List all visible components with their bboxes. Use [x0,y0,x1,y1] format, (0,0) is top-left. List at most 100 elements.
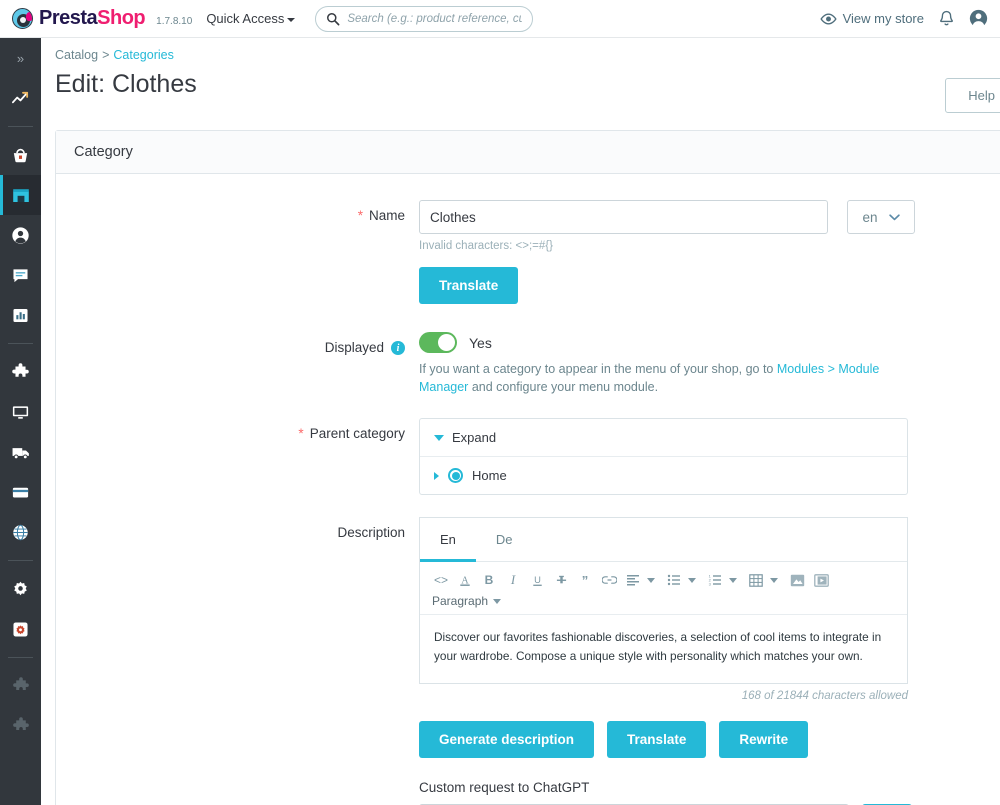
chevron-down-icon [434,435,444,441]
tree-item-radio[interactable] [448,468,463,483]
tab-de[interactable]: De [476,518,533,562]
help-button[interactable]: Help [945,78,1000,113]
sidebar-item-customers[interactable] [0,215,41,255]
image-icon[interactable] [786,570,808,590]
underline-icon[interactable]: U [526,570,548,590]
name-language-select[interactable]: en [847,200,915,234]
top-header-bar: PrestaShop 1.7.8.10 Quick Access View my… [0,0,1000,38]
info-icon[interactable]: i [391,341,405,355]
sidebar-item-shop-parameters[interactable] [0,569,41,609]
editor-toolbar: <> A B I U [420,562,907,615]
search-input[interactable] [345,12,524,26]
view-my-store-label: View my store [843,11,924,26]
bullet-list-icon[interactable] [663,570,685,590]
bold-icon[interactable]: B [478,570,500,590]
translate-description-button[interactable]: Translate [607,721,706,758]
link-icon[interactable] [598,570,620,590]
tree-expand-toggle[interactable]: Expand [420,419,907,457]
displayed-toggle[interactable] [419,332,457,353]
name-input[interactable] [419,200,828,234]
quick-access-menu[interactable]: Quick Access [206,11,295,26]
align-left-icon[interactable] [622,570,644,590]
sidebar-item-payment[interactable] [0,472,41,512]
sidebar-item-advanced-parameters[interactable] [0,609,41,649]
sidebar-divider-4 [8,657,33,658]
bell-icon[interactable] [938,10,955,28]
required-asterisk: * [358,208,363,223]
double-chevron-right-icon: » [17,51,24,66]
tree-item-home[interactable]: Home [420,457,907,494]
table-dropdown-caret-icon[interactable] [770,578,778,583]
prestashop-logo-icon [12,8,33,29]
sidebar-item-dashboard[interactable] [0,78,41,118]
breadcrumb-separator: > [102,48,109,62]
rewrite-description-button[interactable]: Rewrite [719,721,808,758]
truck-icon [11,443,31,462]
person-circle-icon [11,226,30,245]
brand-logo-area[interactable]: PrestaShop 1.7.8.10 [12,7,192,30]
sidebar-collapse-toggle[interactable]: » [0,38,41,78]
displayed-field-group: Yes If you want a category to appear in … [419,332,1000,396]
tab-en[interactable]: En [420,518,476,562]
numbered-list-icon[interactable]: 123 [704,570,726,590]
svg-text:U: U [534,575,541,585]
sidebar-item-orders[interactable] [0,135,41,175]
sidebar-item-design[interactable] [0,392,41,432]
chat-bubble-icon [11,266,30,285]
sidebar-item-module-extra-2[interactable] [0,706,41,746]
brand-name: PrestaShop [39,7,145,30]
puzzle-icon [11,363,30,382]
breadcrumb: Catalog > Categories [41,38,1000,62]
format-select[interactable]: Paragraph [430,590,897,608]
name-field-group: en Invalid characters: <>;=#{} Translate [419,200,1000,332]
form-row-displayed: Displayedi Yes If you want a category to… [56,332,1000,396]
sidebar-item-catalog[interactable] [0,175,41,215]
description-field-group: En De <> A B I [419,517,1000,805]
sidebar-item-shipping[interactable] [0,432,41,472]
chevron-right-icon[interactable] [434,472,439,480]
form-row-name: *Name en Invalid characters: <>;=#{} Tra… [56,200,1000,332]
translate-name-button[interactable]: Translate [419,267,518,304]
eye-icon [820,13,837,25]
text-color-icon[interactable]: A [454,570,476,590]
displayed-label: Displayedi [56,332,419,396]
breadcrumb-current[interactable]: Categories [113,48,173,62]
required-asterisk: * [298,426,303,441]
brand-presta-text: Presta [39,7,97,29]
table-icon[interactable] [745,570,767,590]
monitor-icon [11,403,30,422]
blockquote-icon[interactable]: ” [574,570,596,590]
description-character-count: 168 of 21844 characters allowed [419,690,908,702]
page-header: Edit: Clothes Help [41,62,1000,113]
sidebar-item-customer-service[interactable] [0,255,41,295]
displayed-toggle-state: Yes [469,335,492,351]
numbered-list-dropdown-caret-icon[interactable] [729,578,737,583]
description-content[interactable]: Discover our favorites fashionable disco… [420,615,907,683]
user-circle-icon[interactable] [969,9,988,28]
displayed-toggle-row: Yes [419,332,1000,353]
sidebar-item-module-extra-1[interactable] [0,666,41,706]
italic-icon[interactable]: I [502,570,524,590]
source-code-icon[interactable]: <> [430,570,452,590]
view-my-store-link[interactable]: View my store [820,11,924,26]
sidebar-divider-3 [8,560,33,561]
main-sidebar-nav: » [0,38,41,805]
sidebar-item-modules[interactable] [0,352,41,392]
align-dropdown-caret-icon[interactable] [647,578,655,583]
description-language-tabs: En De [420,518,907,562]
bullet-list-dropdown-caret-icon[interactable] [688,578,696,583]
header-actions: View my store [820,9,1000,28]
generate-description-button[interactable]: Generate description [419,721,594,758]
global-search[interactable] [315,6,533,32]
breadcrumb-parent[interactable]: Catalog [55,48,98,62]
basket-icon [11,146,30,165]
video-icon[interactable] [810,570,832,590]
puzzle-icon [12,677,30,695]
form-row-parent-category: *Parent category Expand Home [56,418,1000,495]
store-icon [11,185,31,205]
svg-text:3: 3 [709,582,712,587]
puzzle-icon [12,717,30,735]
sidebar-item-stats[interactable] [0,295,41,335]
strikethrough-icon[interactable] [550,570,572,590]
sidebar-item-international[interactable] [0,512,41,552]
